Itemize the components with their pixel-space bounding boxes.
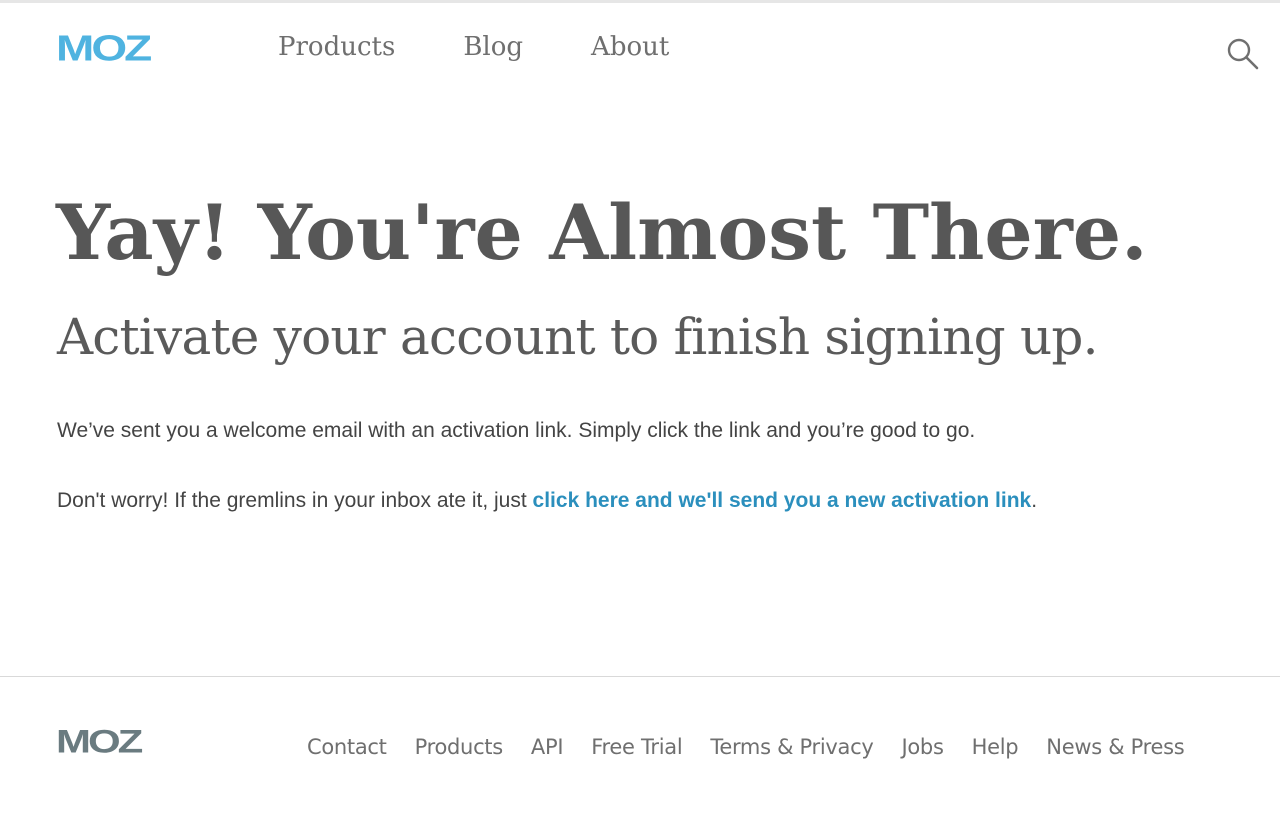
resend-info: Don't worry! If the gremlins in your inb… — [57, 488, 1037, 513]
footer-link-terms-privacy[interactable]: Terms & Privacy — [710, 737, 873, 758]
main-content: Yay! You're Almost There. Activate your … — [0, 98, 1280, 676]
search-button[interactable] — [1226, 37, 1260, 71]
footer-link-free-trial[interactable]: Free Trial — [591, 737, 682, 758]
page-subtitle: Activate your account to finish signing … — [57, 308, 1098, 366]
nav-products[interactable]: Products — [278, 34, 395, 60]
resend-prefix: Don't worry! If the gremlins in your inb… — [57, 489, 533, 512]
moz-logo[interactable]: MOZ — [56, 30, 152, 66]
footer-moz-logo[interactable]: MOZ — [56, 725, 143, 758]
footer-link-news-press[interactable]: News & Press — [1046, 737, 1184, 758]
resend-activation-link[interactable]: click here and we'll send you a new acti… — [533, 489, 1032, 512]
nav-about[interactable]: About — [591, 34, 669, 60]
page-title: Yay! You're Almost There. — [56, 188, 1148, 277]
site-footer: MOZ Contact Products API Free Trial Term… — [0, 676, 1280, 823]
site-header: MOZ Products Blog About — [0, 3, 1280, 98]
main-nav: Products Blog About — [278, 34, 669, 60]
footer-link-api[interactable]: API — [531, 737, 564, 758]
search-icon — [1227, 38, 1259, 70]
resend-suffix: . — [1031, 489, 1038, 512]
footer-link-help[interactable]: Help — [972, 737, 1019, 758]
nav-blog[interactable]: Blog — [463, 34, 523, 60]
footer-link-jobs[interactable]: Jobs — [901, 737, 943, 758]
footer-link-products[interactable]: Products — [415, 737, 504, 758]
footer-link-contact[interactable]: Contact — [307, 737, 387, 758]
activation-info: We’ve sent you a welcome email with an a… — [57, 419, 976, 442]
footer-nav: Contact Products API Free Trial Terms & … — [307, 737, 1185, 758]
